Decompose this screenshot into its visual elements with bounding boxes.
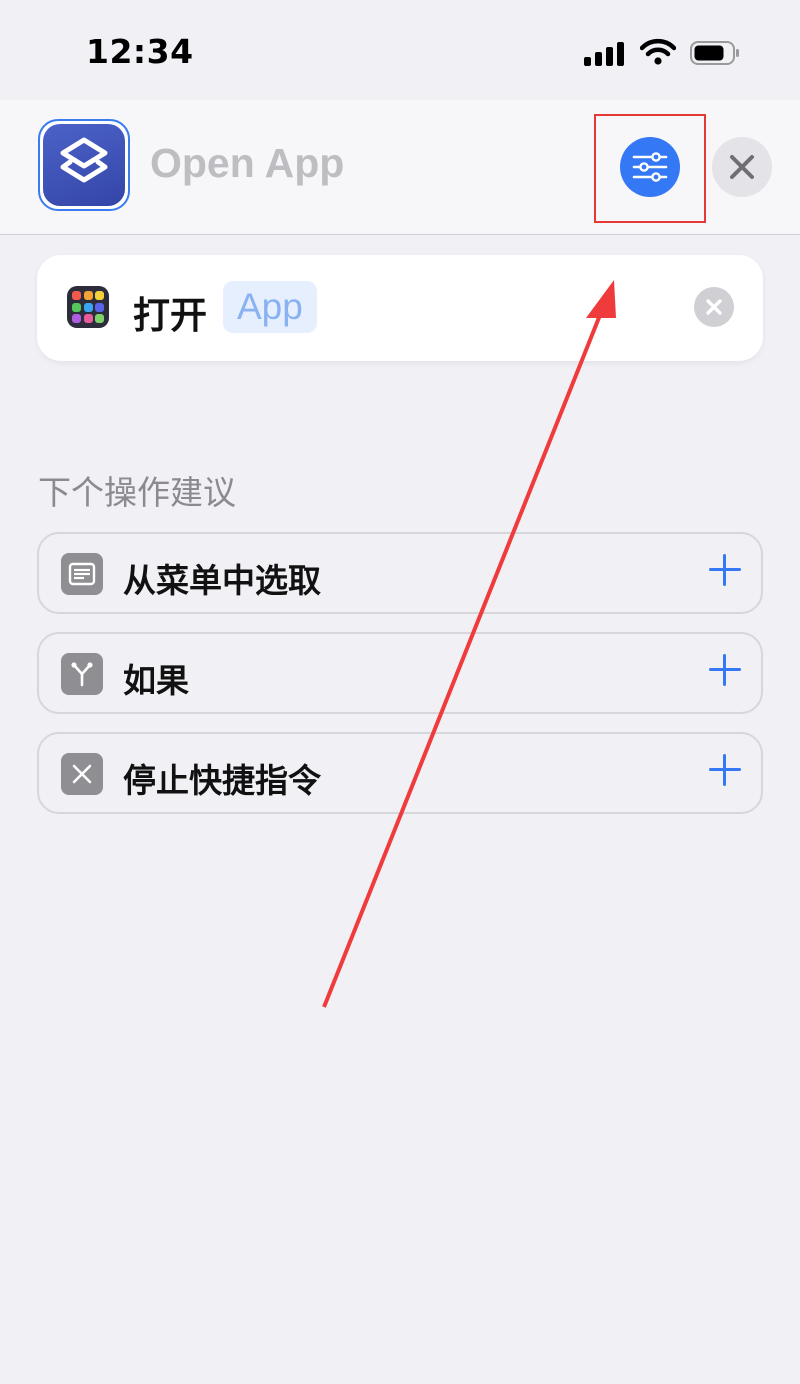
add-plus-icon[interactable]: [709, 554, 741, 586]
highlight-annotation-box: [594, 114, 706, 223]
add-plus-icon[interactable]: [709, 654, 741, 686]
suggestion-label: 从菜单中选取: [123, 561, 321, 600]
suggestion-stop-shortcut[interactable]: 停止快捷指令: [37, 732, 763, 814]
app-grid-icon: [67, 286, 109, 328]
action-verb-label: 打开: [133, 294, 207, 337]
close-button[interactable]: [712, 137, 772, 197]
branch-icon: [61, 653, 103, 695]
shortcuts-app-icon[interactable]: [43, 124, 125, 206]
close-icon: [730, 155, 754, 179]
action-title: Open App: [150, 140, 345, 186]
suggestions-heading: 下个操作建议: [38, 473, 236, 512]
battery-icon: [690, 41, 739, 65]
stop-x-icon: [61, 753, 103, 795]
suggestion-if[interactable]: 如果: [37, 632, 763, 714]
status-time: 12:34: [86, 32, 194, 71]
suggestion-choose-from-menu[interactable]: 从菜单中选取: [37, 532, 763, 614]
suggestion-label: 停止快捷指令: [123, 761, 321, 800]
wifi-icon: [640, 38, 676, 65]
menu-list-icon: [61, 553, 103, 595]
suggestion-label: 如果: [123, 661, 189, 700]
clear-x-icon: [706, 299, 722, 315]
clear-parameter-button[interactable]: [694, 287, 734, 327]
cellular-signal-icon: [584, 42, 628, 66]
layers-icon: [60, 137, 108, 183]
add-plus-icon[interactable]: [709, 754, 741, 786]
app-parameter-token[interactable]: App: [223, 281, 317, 333]
